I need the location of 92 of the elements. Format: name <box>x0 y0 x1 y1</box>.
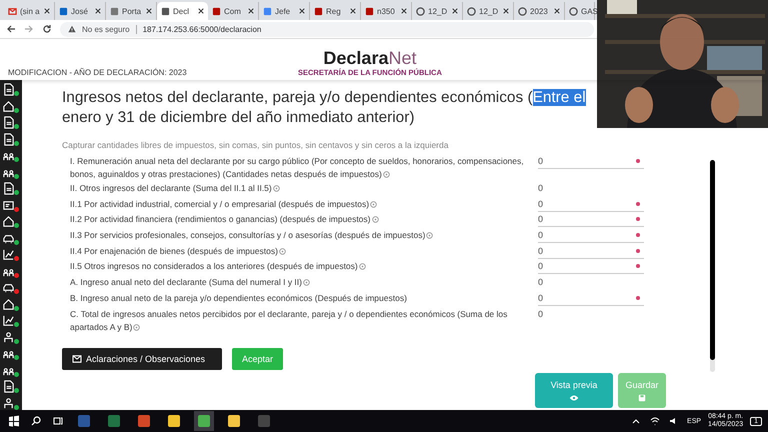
person-icon[interactable] <box>2 396 15 410</box>
browser-tab[interactable]: 12_D <box>412 2 463 20</box>
field-label: II.4 Por enajenación de bienes (después de impuestos) <box>70 244 528 258</box>
close-icon[interactable] <box>44 8 50 14</box>
document-icon[interactable] <box>2 132 15 146</box>
amount-field[interactable]: 0 <box>538 228 644 244</box>
field-label: C. Total de ingresos anuales netos percibidos por el declarante, pareja y / o dependientes económicos (Suma de los apartados A y B) <box>70 308 508 334</box>
logo-text: DeclaraNet <box>323 48 416 68</box>
browser-tab[interactable]: GAS <box>565 2 595 20</box>
globe-icon <box>569 6 578 16</box>
field-label: II.5 Otros ingresos no considerados a los anteriores (después de impuestos) <box>70 259 528 274</box>
close-icon[interactable] <box>452 8 458 14</box>
page-icon <box>212 6 221 16</box>
browser-tab[interactable]: Reg <box>310 2 361 20</box>
help-icon[interactable] <box>303 279 310 286</box>
total-value: 0 <box>538 276 544 288</box>
warning-icon <box>68 25 76 33</box>
field-label: II. Otros ingresos del declarante (Suma del II.1 al II.5) <box>70 181 528 195</box>
house-icon[interactable] <box>2 298 15 310</box>
instructions-text: Capturar cantidades libres de impuestos, sin comas, sin puntos, sin centavos y sin ceros a la izquierda <box>62 140 450 150</box>
help-icon[interactable] <box>382 171 390 178</box>
browser-tab[interactable]: 12_D <box>463 2 514 20</box>
amount-field[interactable]: 0 <box>538 196 644 212</box>
help-icon[interactable] <box>372 216 378 224</box>
amount-field[interactable]: 0 <box>538 154 644 169</box>
document-icon[interactable] <box>2 182 15 195</box>
total-value: 0 <box>538 182 544 193</box>
help-icon[interactable] <box>370 200 378 208</box>
wifi-icon[interactable] <box>649 415 662 427</box>
browser-tab[interactable]: José <box>55 2 106 20</box>
browser-tab[interactable]: Jefe <box>259 2 310 20</box>
total-value: 0 <box>538 308 544 318</box>
globe-icon <box>467 6 476 16</box>
close-icon[interactable] <box>299 8 305 14</box>
help-icon[interactable] <box>426 232 434 240</box>
address-bar[interactable]: No es seguro 187.174.253.66:5000/declaracion <box>60 22 594 36</box>
chart-icon[interactable] <box>2 314 15 327</box>
help-icon[interactable] <box>358 263 366 270</box>
page-icon <box>110 6 119 16</box>
globe-icon <box>518 6 527 16</box>
browser-tab[interactable]: (sin a <box>4 2 55 20</box>
page-icon <box>161 6 170 16</box>
windows-start-icon[interactable] <box>8 415 20 427</box>
page-icon <box>365 6 374 16</box>
field-label: II.1 Por actividad industrial, comercial y / o empresarial (después de impuestos) <box>70 196 528 211</box>
close-icon[interactable] <box>401 8 407 14</box>
page-icon <box>263 6 272 16</box>
browser-tab[interactable]: Decl <box>157 2 208 20</box>
close-icon[interactable] <box>503 8 509 14</box>
document-icon[interactable] <box>2 380 15 393</box>
house-icon[interactable] <box>2 215 15 228</box>
amount-field[interactable]: 0 <box>538 244 644 259</box>
browser-tab[interactable]: n350 <box>361 2 412 20</box>
card-icon[interactable] <box>2 198 15 212</box>
mail-icon <box>8 6 17 16</box>
house-icon[interactable] <box>2 100 15 112</box>
help-icon[interactable] <box>133 324 140 330</box>
field-label: I. Remuneración anual neta del declarante por su cargo público (Por concepto de sueldos, honorarios, compensaciones, bonos, aguinaldos y otras prestaciones) (Cantidades netas después de impuestos) <box>70 155 525 181</box>
page-icon <box>59 6 68 16</box>
field-label: A. Ingreso anual neto del declarante (Suma del numeral I y II) <box>70 275 528 290</box>
close-icon[interactable] <box>198 8 204 14</box>
back-icon[interactable] <box>6 24 16 34</box>
browser-tab[interactable]: 2023 <box>514 2 565 20</box>
browser-tab[interactable]: Com <box>208 2 259 20</box>
amount-field[interactable]: 0 <box>538 212 644 228</box>
page-icon <box>314 6 323 16</box>
person-icon[interactable] <box>2 330 15 344</box>
eye-icon <box>569 394 579 402</box>
close-icon[interactable] <box>146 8 152 14</box>
globe-icon <box>416 6 425 16</box>
document-icon[interactable] <box>2 83 15 96</box>
field-label: II.2 Por actividad financiera (rendimientos o ganancias) (después de impuestos) <box>70 212 528 226</box>
help-icon[interactable] <box>278 248 286 255</box>
search-icon[interactable] <box>30 415 42 427</box>
close-icon[interactable] <box>554 8 560 14</box>
envelope-icon <box>72 354 82 362</box>
chart-icon[interactable] <box>2 248 15 261</box>
task-view-icon[interactable] <box>52 415 64 427</box>
close-icon[interactable] <box>248 8 254 14</box>
scrollbar[interactable] <box>710 160 715 372</box>
amount-field[interactable]: 0 <box>538 259 644 274</box>
amount-field[interactable]: 0 <box>538 290 644 306</box>
document-icon[interactable] <box>2 116 15 129</box>
close-icon[interactable] <box>95 8 101 14</box>
declaration-status: MODIFICACION - AÑO DE DECLARACIÓN: 2023 <box>8 68 188 77</box>
notes-button[interactable]: Aclaraciones / Observaciones <box>62 348 222 370</box>
reload-icon[interactable] <box>42 24 52 34</box>
car-icon[interactable] <box>2 281 15 294</box>
field-label: B. Ingreso anual neto de la pareja y/o dependientes económicos (Después de impuestos) <box>70 292 408 305</box>
help-icon[interactable] <box>272 185 280 192</box>
close-icon[interactable] <box>350 8 356 14</box>
field-label: II.3 Por servicios profesionales, consejos, consultorías y / o asesorías (después de impuestos) <box>70 228 528 242</box>
